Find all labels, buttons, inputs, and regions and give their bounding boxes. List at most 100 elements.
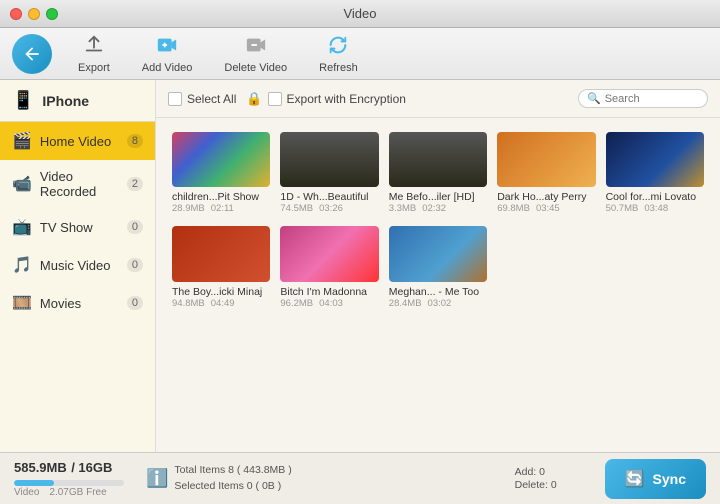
home-video-count: 8	[127, 134, 143, 148]
sidebar-item-video-recorded[interactable]: 📹 Video Recorded 2	[0, 160, 155, 208]
select-all-area[interactable]: Select All	[168, 92, 236, 106]
video-item[interactable]: children...Pit Show28.9MB 02:11	[172, 132, 270, 214]
video-item[interactable]: The Boy...icki Minaj94.8MB 04:49	[172, 226, 270, 308]
search-icon: 🔍	[587, 92, 601, 105]
video-meta: 28.4MB03:02	[389, 298, 487, 309]
add-video-label: Add Video	[142, 62, 193, 74]
movies-count: 0	[127, 296, 143, 310]
video-size: 94.8MB	[172, 298, 205, 309]
titlebar: Video	[0, 0, 720, 28]
back-button[interactable]	[12, 34, 52, 74]
info-icon: ℹ️	[146, 468, 168, 489]
status-right: Add: 0 Delete: 0	[515, 466, 595, 491]
video-thumbnail	[497, 132, 595, 187]
storage-free: 2.07GB Free	[49, 487, 106, 498]
video-duration: 03:45	[536, 203, 560, 214]
video-thumbnail	[172, 226, 270, 281]
tv-show-icon: 📺	[12, 217, 32, 237]
search-box[interactable]: 🔍	[578, 89, 708, 108]
content-area: Select All 🔒 Export with Encryption 🔍 ch…	[156, 80, 720, 452]
storage-bar	[14, 480, 124, 486]
sidebar-item-music-video[interactable]: 🎵 Music Video 0	[0, 246, 155, 284]
delete-video-label: Delete Video	[224, 62, 287, 74]
video-recorded-count: 2	[127, 177, 143, 191]
video-title: The Boy...icki Minaj	[172, 286, 270, 298]
storage-used: 585.9MB	[14, 460, 67, 475]
add-count: 0	[539, 466, 545, 478]
storage-total: / 16GB	[71, 460, 112, 475]
tv-show-count: 0	[127, 220, 143, 234]
window-controls	[10, 8, 58, 20]
sync-label: Sync	[653, 471, 686, 487]
video-item[interactable]: Bitch I'm Madonna96.2MB04:03	[280, 226, 378, 308]
refresh-icon	[327, 34, 349, 60]
video-item[interactable]: Dark Ho...aty Perry69.8MB 03:45	[497, 132, 595, 214]
select-all-label: Select All	[187, 92, 236, 106]
sidebar: 📱 IPhone 🎬 Home Video 8 📹 Video Recorded…	[0, 80, 156, 452]
total-items: Total Items 8 ( 443.8MB )	[174, 463, 291, 479]
delete-status: Delete: 0	[515, 479, 595, 491]
video-title: 1D - Wh...Beautiful	[280, 191, 378, 203]
video-size: 50.7MB	[606, 203, 639, 214]
select-all-checkbox[interactable]	[168, 92, 182, 106]
video-meta: 3.3MB02:32	[389, 203, 487, 214]
tv-show-label: TV Show	[40, 220, 119, 235]
export-enc-checkbox[interactable]	[268, 92, 282, 106]
home-video-label: Home Video	[40, 134, 119, 149]
content-toolbar: Select All 🔒 Export with Encryption 🔍	[156, 80, 720, 118]
video-item[interactable]: Meghan... - Me Too28.4MB03:02	[389, 226, 487, 308]
storage-bar-fill	[14, 480, 54, 486]
export-icon	[83, 34, 105, 60]
maximize-button[interactable]	[46, 8, 58, 20]
video-grid: children...Pit Show28.9MB 02:11 1D - Wh...…	[156, 118, 720, 452]
export-button[interactable]: Export	[64, 30, 124, 78]
add-video-icon	[156, 34, 178, 60]
video-duration: 02:11	[211, 203, 234, 214]
delete-label: Delete:	[515, 479, 548, 491]
export-encryption-area[interactable]: 🔒 Export with Encryption	[246, 91, 406, 107]
video-thumbnail	[280, 132, 378, 187]
video-duration: 03:26	[319, 203, 343, 214]
video-duration: 04:49	[211, 298, 235, 309]
refresh-button[interactable]: Refresh	[305, 30, 372, 78]
movies-label: Movies	[40, 296, 119, 311]
storage-info: 585.9MB / 16GB Video 2.07GB Free	[14, 459, 134, 498]
search-input[interactable]	[605, 93, 699, 105]
video-item[interactable]: Me Befo...iler [HD]3.3MB02:32	[389, 132, 487, 214]
export-label: Export	[78, 62, 110, 74]
video-item[interactable]: 1D - Wh...Beautiful74.5MB 03:26	[280, 132, 378, 214]
video-item[interactable]: Cool for...mi Lovato50.7MB03:48	[606, 132, 704, 214]
add-video-button[interactable]: Add Video	[128, 30, 207, 78]
video-thumbnail	[606, 132, 704, 187]
video-title: children...Pit Show	[172, 191, 270, 203]
sidebar-item-movies[interactable]: 🎞️ Movies 0	[0, 284, 155, 322]
video-title: Dark Ho...aty Perry	[497, 191, 595, 203]
close-button[interactable]	[10, 8, 22, 20]
video-size: 69.8MB	[497, 203, 530, 214]
add-label: Add:	[515, 466, 537, 478]
minimize-button[interactable]	[28, 8, 40, 20]
video-meta: 50.7MB 03:48	[606, 203, 704, 214]
video-size: 74.5MB	[280, 203, 313, 214]
sidebar-item-home-video[interactable]: 🎬 Home Video 8	[0, 122, 155, 160]
video-duration: 04:03	[319, 298, 343, 309]
video-duration: 02:32	[422, 203, 446, 214]
video-meta: 74.5MB 03:26	[280, 203, 378, 214]
music-video-icon: 🎵	[12, 255, 32, 275]
device-header: 📱 IPhone	[0, 80, 155, 122]
main-toolbar: Export Add Video Delete Video	[0, 28, 720, 80]
device-label: IPhone	[42, 93, 89, 109]
storage-type: Video	[14, 487, 39, 498]
music-video-count: 0	[127, 258, 143, 272]
video-size: 28.9MB	[172, 203, 205, 214]
sync-button[interactable]: 🔄 Sync	[605, 459, 706, 499]
video-meta: 28.9MB 02:11	[172, 203, 270, 214]
music-video-label: Music Video	[40, 258, 119, 273]
movies-icon: 🎞️	[12, 293, 32, 313]
video-thumbnail	[389, 226, 487, 281]
sidebar-item-tv-show[interactable]: 📺 TV Show 0	[0, 208, 155, 246]
delete-video-button[interactable]: Delete Video	[210, 30, 301, 78]
video-meta: 94.8MB 04:49	[172, 298, 270, 309]
status-text: Total Items 8 ( 443.8MB ) Selected Items…	[174, 463, 291, 495]
video-duration: 03:48	[644, 203, 668, 214]
